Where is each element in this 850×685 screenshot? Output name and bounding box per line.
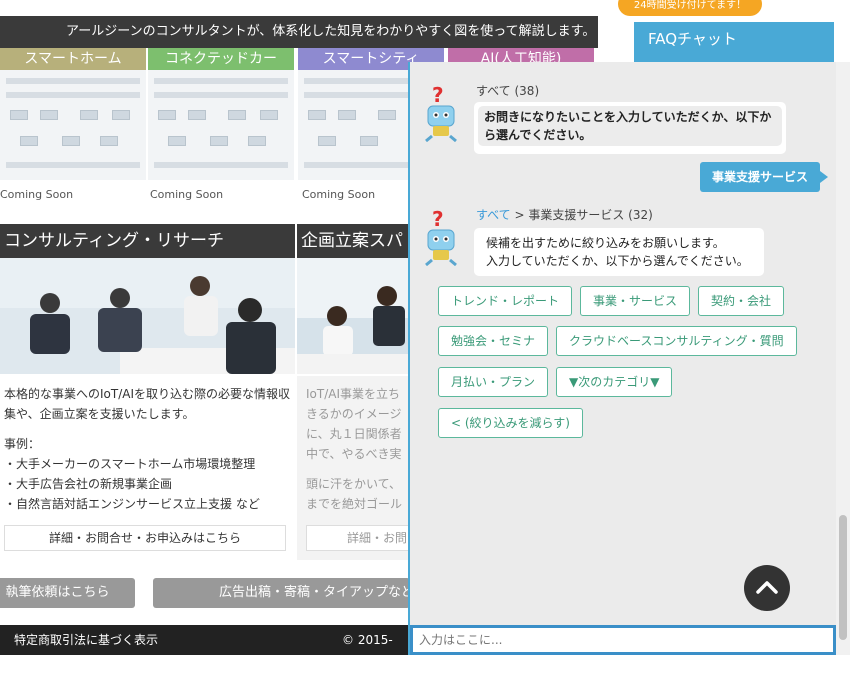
option-trend-report[interactable]: トレンド・レポート	[438, 286, 573, 316]
section-title-planning: 企画立案スパ	[297, 224, 410, 258]
section-description-line: きるかのイメージ	[306, 407, 402, 421]
option-study-seminar[interactable]: 勉強会・セミナ	[438, 326, 549, 356]
option-next-category[interactable]: ▼次のカテゴリ▼	[556, 367, 673, 397]
bot-message-text: お問きになりたいことを入力していただくか、以下から選んでください。	[478, 106, 782, 146]
examples-label: 事例：	[4, 437, 41, 451]
section-description-line: に、丸１日関係者	[306, 427, 402, 441]
breadcrumb-current: > 事業支援サービス (32)	[510, 208, 653, 222]
svg-text:?: ?	[432, 84, 444, 107]
writing-request-button[interactable]: 執筆依頼はこちら	[0, 578, 135, 608]
bot-message: お問きになりたいことを入力していただくか、以下から選んでください。	[474, 102, 786, 154]
footer: 特定商取引法に基づく表示 © 2015-201	[0, 625, 410, 677]
scroll-to-top-button[interactable]	[744, 565, 790, 611]
meeting-photo	[0, 258, 295, 374]
option-cloud-consulting[interactable]: クラウドベースコンサルティング・質問	[556, 326, 797, 356]
scrollbar-thumb[interactable]	[839, 515, 847, 640]
section-description-line: IoT/AI事業を立ち	[306, 387, 401, 401]
copyright: © 2015-201	[342, 633, 393, 677]
example-item: ・自然言語対話エンジンサービス立上支援 など	[4, 497, 260, 511]
robot-avatar-icon: ?	[418, 83, 462, 143]
section-description-line: 中で、やるべき実	[306, 447, 402, 461]
example-item: ・大手メーカーのスマートホーム市場環境整理	[4, 457, 256, 471]
option-reduce-filter[interactable]: < (絞り込みを減らす)	[438, 408, 583, 438]
chat-input[interactable]	[413, 628, 833, 652]
banner: アールジーンのコンサルタントが、体系化した知見をわかりやすく図を使って解説します…	[0, 16, 598, 48]
coming-soon-label: Coming Soon	[150, 188, 224, 201]
bot-message: 候補を出すために絞り込みをお願いします。 入力していただくか、以下から選んでくだ…	[474, 228, 764, 276]
commerce-law-link[interactable]: 特定商取引法に基づく表示	[14, 625, 158, 655]
diagram-thumbnail[interactable]	[0, 70, 146, 180]
section-title-consulting: コンサルティング・リサーチ	[0, 224, 295, 258]
option-business-service[interactable]: 事業・サービス	[580, 286, 691, 316]
robot-avatar-icon: ?	[418, 207, 462, 267]
section-description: 本格的な事業へのIoT/AIを取り込む際の必要な情報収集や、企画立案を支援いたし…	[4, 387, 291, 421]
coming-soon-label: Coming Soon	[0, 188, 74, 201]
chevron-up-icon	[756, 581, 778, 594]
svg-text:?: ?	[432, 208, 444, 231]
option-contract-company[interactable]: 契約・会社	[698, 286, 785, 316]
bot-message-line: 入力していただくか、以下から選んでください。	[486, 254, 749, 268]
detail-inquiry-button[interactable]: 詳細・お問合せ・お申込みはこちら	[4, 525, 286, 551]
advertising-button[interactable]: 広告出稿・寄稿・タイアップなど	[153, 578, 410, 608]
user-message: 事業支援サービス	[700, 162, 829, 192]
breadcrumb-all-link[interactable]: すべて	[476, 208, 511, 222]
chat-breadcrumb: すべて > 事業支援サービス (32)	[476, 206, 653, 223]
chat-category-label: すべて (38)	[476, 84, 540, 98]
workshop-photo	[297, 258, 410, 374]
option-monthly-plan[interactable]: 月払い・プラン	[438, 367, 549, 397]
section-description-line: 頭に汗をかいて、	[306, 477, 402, 491]
24h-badge: 24時間受け付けてます！	[618, 0, 762, 16]
example-item: ・大手広告会社の新規事業企画	[4, 477, 173, 491]
tab-connected-car[interactable]: コネクテッドカー	[148, 48, 294, 70]
faq-chat-header[interactable]: FAQチャット	[634, 22, 834, 62]
diagram-thumbnail[interactable]	[148, 70, 294, 180]
chat-input-bar	[410, 625, 836, 655]
tab-smart-home[interactable]: スマートホーム	[0, 48, 146, 70]
detail-inquiry-button[interactable]: 詳細・お問	[306, 525, 410, 551]
section-description-line: までを絶対ゴール	[306, 497, 403, 511]
coming-soon-label: Coming Soon	[302, 188, 376, 201]
bot-message-line: 候補を出すために絞り込みをお願いします。	[486, 236, 725, 250]
